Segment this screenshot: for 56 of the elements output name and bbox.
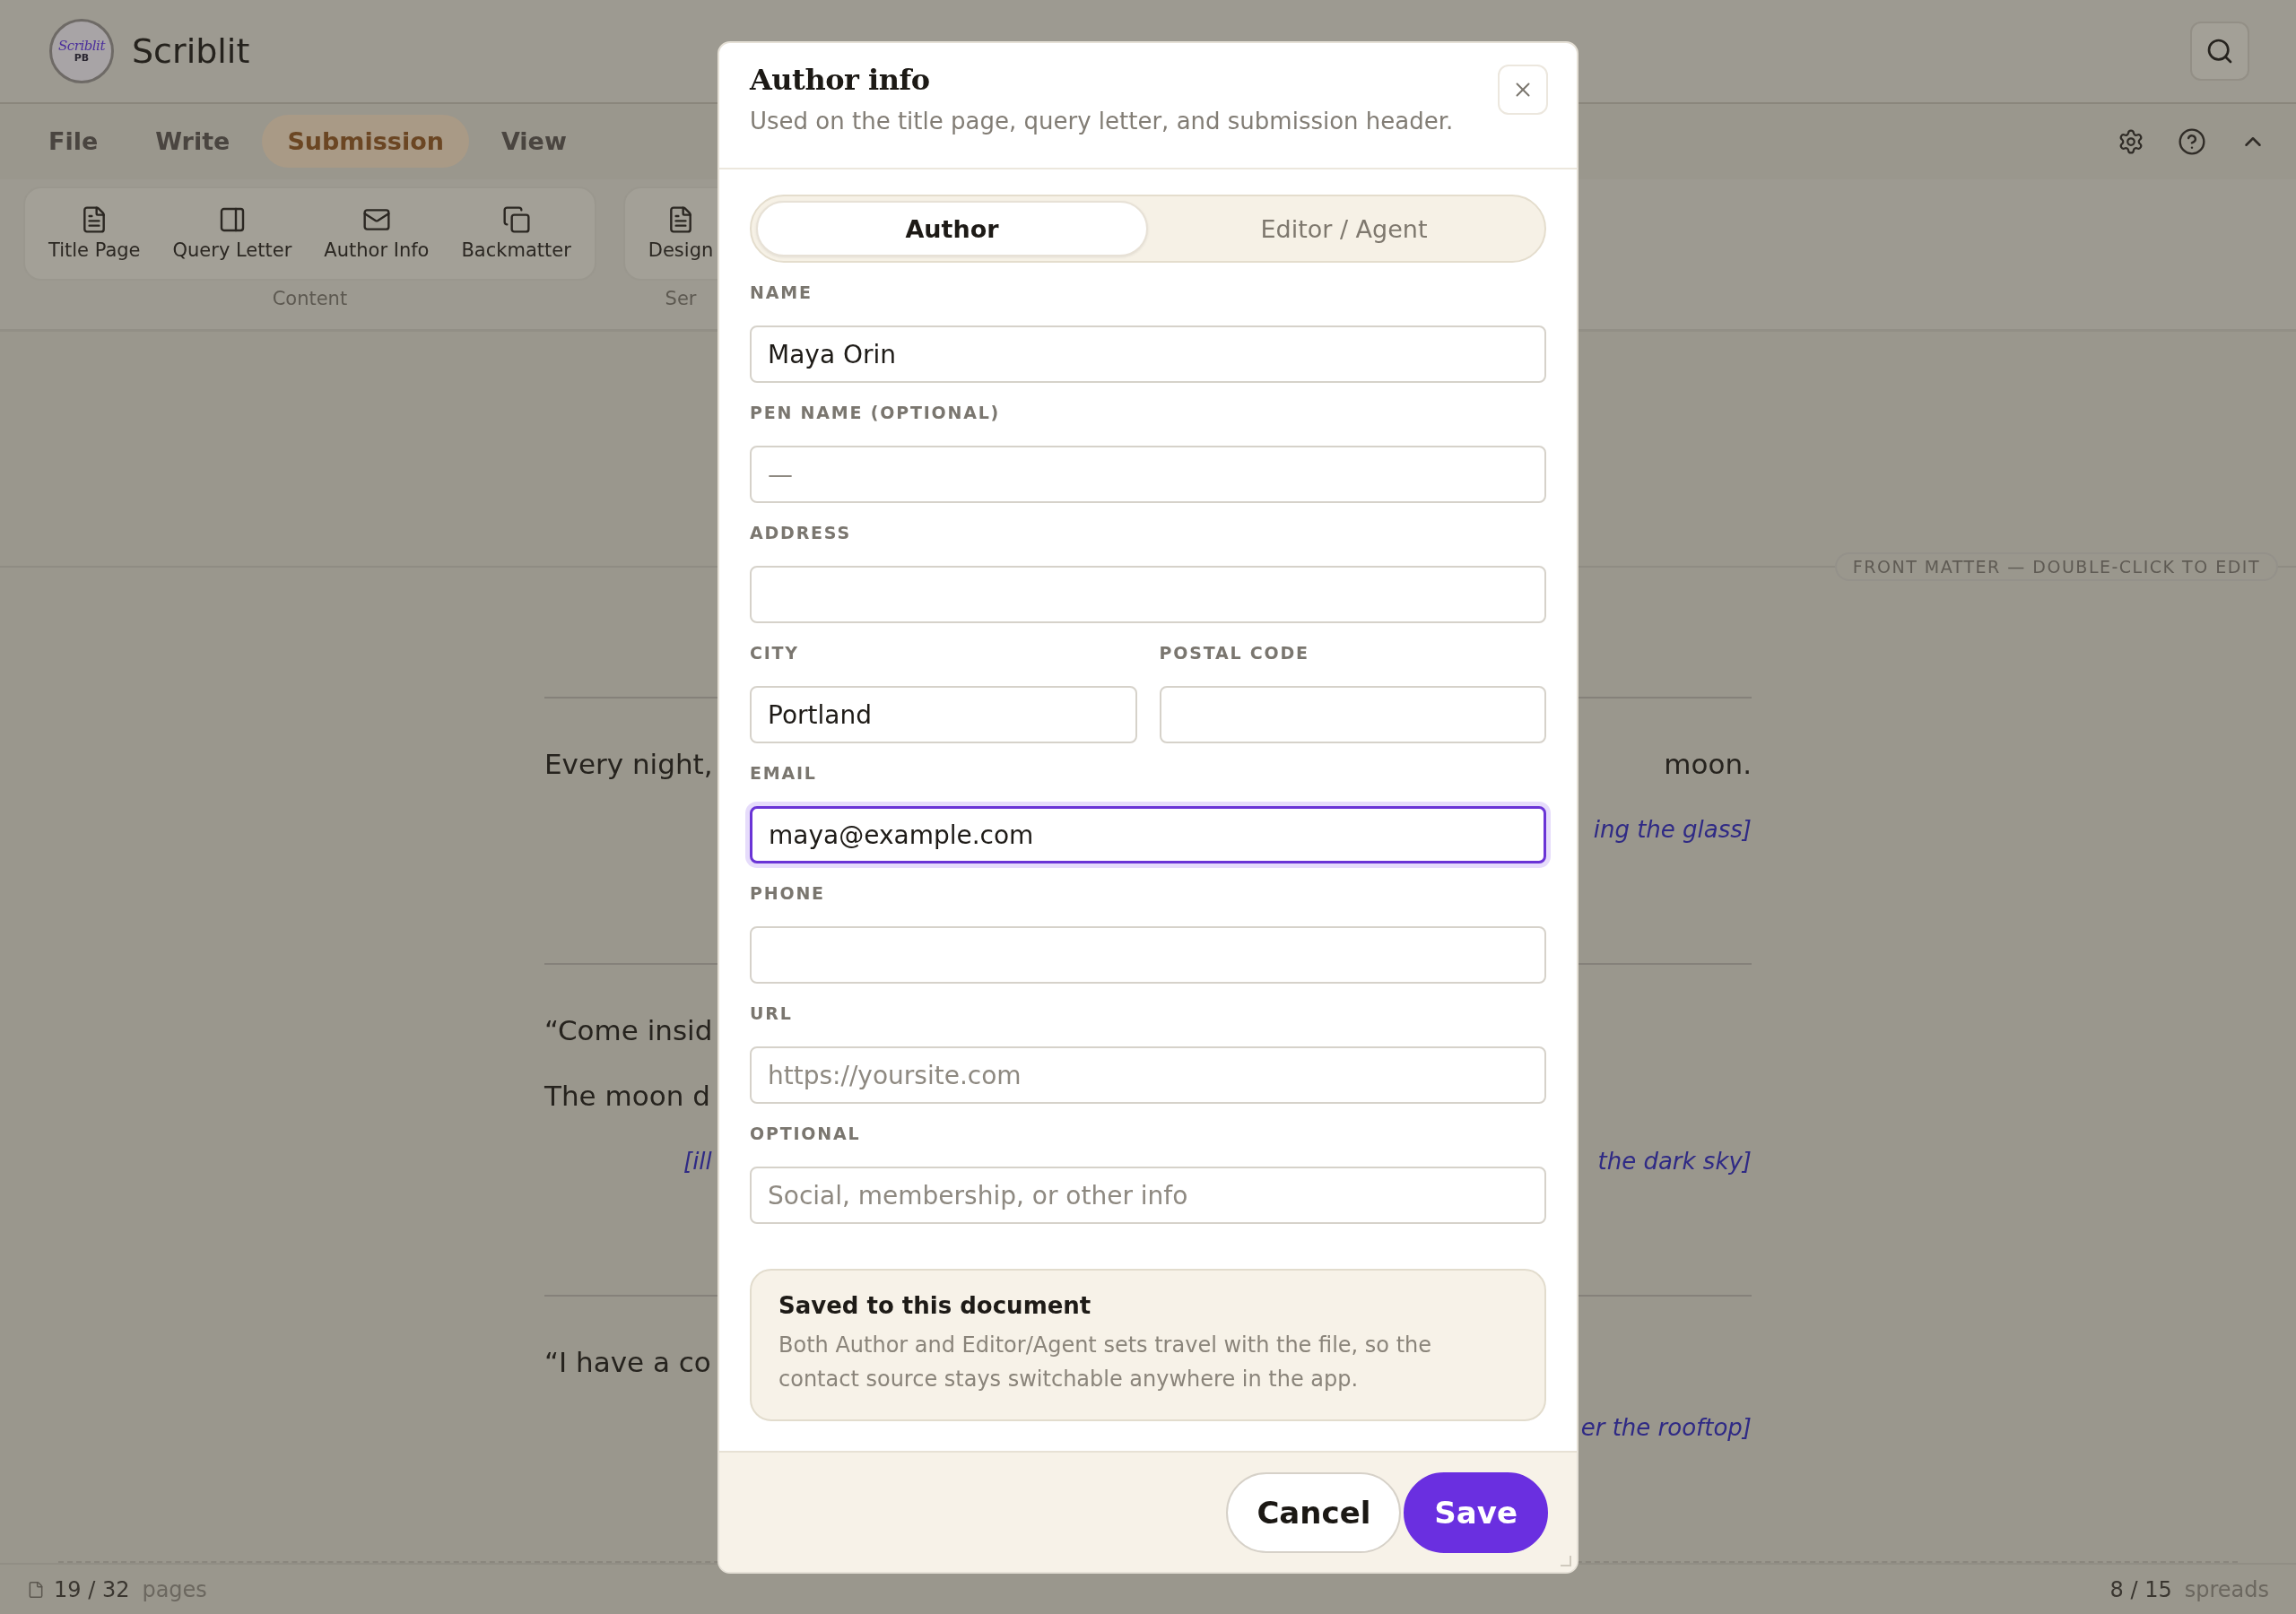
page-count: 19 / 32 xyxy=(54,1576,130,1602)
illustration-note: [ill xyxy=(683,1147,712,1175)
ribbon-button[interactable]: Query Letter xyxy=(158,200,307,267)
dialog-title: Author info xyxy=(750,63,930,97)
story-text: “Come insid xyxy=(544,1013,713,1046)
group-label: Content xyxy=(272,287,348,309)
menu-tab[interactable]: View xyxy=(475,115,592,169)
close-button[interactable] xyxy=(1498,65,1548,115)
field-label: OPTIONAL xyxy=(750,1124,862,1142)
input-field[interactable]: Portland xyxy=(750,686,1137,743)
ribbon-button[interactable]: Title Page xyxy=(34,200,155,267)
illustration-note: er the rooftop] xyxy=(1580,1413,1752,1441)
dialog-subtitle: Used on the title page, query letter, and submission header. xyxy=(750,108,1455,134)
story-text: moon. xyxy=(1664,747,1752,780)
field-label: NAME xyxy=(750,283,813,301)
ribbon-button[interactable]: Backmatter xyxy=(447,200,586,267)
input-field[interactable] xyxy=(750,926,1546,984)
ribbon-button[interactable]: Author Info xyxy=(309,200,444,267)
front-matter-badge: FRONT MATTER — DOUBLE-CLICK TO EDIT xyxy=(1834,552,2278,581)
input-field[interactable] xyxy=(750,566,1546,623)
contact-tab[interactable]: Editor / Agent xyxy=(1148,201,1540,256)
input-field[interactable]: https://yoursite.com xyxy=(750,1046,1546,1104)
input-field[interactable]: — xyxy=(750,446,1546,503)
info-title: Saved to this document xyxy=(778,1292,1092,1319)
app-name: Scriblit xyxy=(132,30,250,71)
field-label: ADDRESS xyxy=(750,524,852,542)
field-label: PHONE xyxy=(750,884,826,902)
input-field[interactable] xyxy=(1159,686,1546,743)
page-icon xyxy=(27,1580,45,1599)
field-label: URL xyxy=(750,1004,794,1022)
cancel-button[interactable]: Cancel xyxy=(1226,1471,1402,1553)
contact-tab[interactable]: Author xyxy=(756,201,1148,256)
field-label: EMAIL xyxy=(750,764,818,782)
app-logo: Scriblit PB xyxy=(49,18,114,83)
story-text: The moon d xyxy=(544,1079,710,1112)
story-text: “I have a co xyxy=(544,1345,711,1378)
illustration-note: ing the glass] xyxy=(1593,815,1752,843)
group-label: Ser xyxy=(665,287,697,309)
copy-icon xyxy=(501,205,531,235)
info-text: Both Author and Editor/Agent sets travel with the file, so the contact source stays switchable anywhere in the app. xyxy=(778,1332,1433,1393)
menu-tab[interactable]: Write xyxy=(130,115,256,169)
search-button[interactable] xyxy=(2190,21,2249,81)
illustration-note: the dark sky] xyxy=(1597,1147,1752,1175)
input-field[interactable]: Maya Orin xyxy=(750,325,1546,383)
story-text: Every night, xyxy=(544,747,713,780)
ribbon-button[interactable]: Design xyxy=(633,200,728,267)
field-label: PEN NAME (OPTIONAL) xyxy=(750,404,1002,421)
save-button[interactable]: Save xyxy=(1404,1471,1548,1553)
resize-grip-icon[interactable] xyxy=(1559,1554,1571,1566)
input-field[interactable]: Social, membership, or other info xyxy=(750,1167,1546,1224)
input-field[interactable]: maya@example.com xyxy=(750,806,1546,863)
menu-tab[interactable]: File xyxy=(23,115,124,169)
field-label: POSTAL CODE xyxy=(1159,644,1310,662)
spread-count: 8 / 15 xyxy=(2109,1576,2172,1602)
menu-tab[interactable]: Submission xyxy=(262,115,469,169)
field-label: CITY xyxy=(750,644,800,662)
